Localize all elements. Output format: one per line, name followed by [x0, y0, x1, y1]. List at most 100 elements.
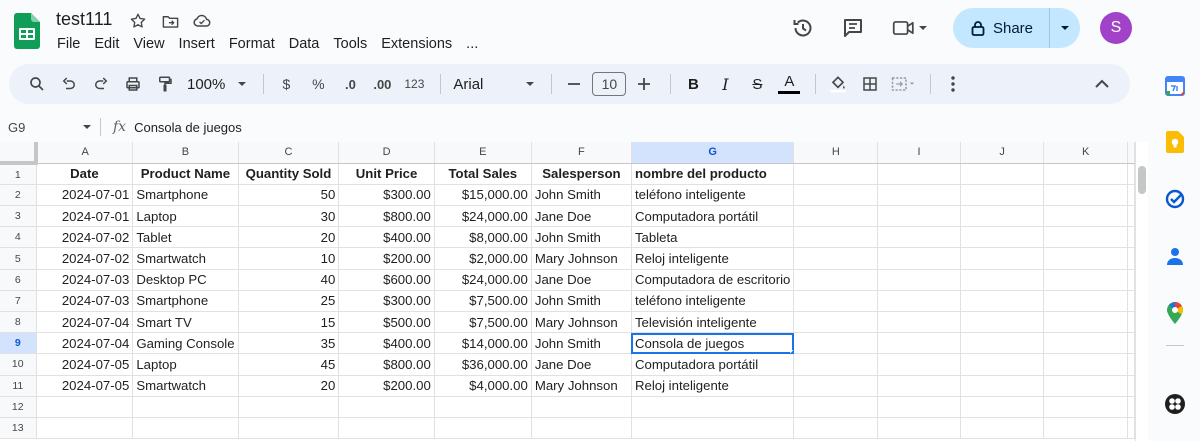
- empty-cell[interactable]: [1043, 311, 1128, 334]
- row-header[interactable]: 7: [0, 290, 37, 313]
- empty-cell[interactable]: [877, 375, 961, 397]
- empty-cell[interactable]: [238, 417, 340, 440]
- currency-format-button[interactable]: $: [272, 70, 300, 98]
- product-cell[interactable]: Laptop: [132, 205, 239, 228]
- product-es-cell[interactable]: Televisión inteligente: [631, 311, 795, 334]
- empty-cell[interactable]: [1043, 353, 1128, 376]
- empty-cell[interactable]: [960, 353, 1045, 376]
- menu-view[interactable]: View: [126, 35, 171, 53]
- empty-cell[interactable]: [338, 417, 435, 440]
- menu-more[interactable]: ...: [459, 35, 485, 53]
- column-header-g[interactable]: G: [631, 142, 795, 164]
- unit-price-cell[interactable]: $800.00: [338, 353, 435, 376]
- comments-icon[interactable]: [833, 8, 873, 48]
- empty-cell[interactable]: [132, 396, 239, 418]
- header-cell[interactable]: nombre del producto: [631, 163, 795, 185]
- empty-cell[interactable]: [238, 396, 340, 418]
- row-header[interactable]: 3: [0, 205, 37, 228]
- row-header[interactable]: 5: [0, 247, 37, 270]
- empty-cell[interactable]: [793, 332, 879, 355]
- product-cell[interactable]: Laptop: [132, 353, 239, 376]
- empty-cell[interactable]: [1127, 247, 1135, 270]
- empty-cell[interactable]: [877, 417, 961, 440]
- empty-cell[interactable]: [1043, 247, 1128, 270]
- more-options-icon[interactable]: [939, 70, 967, 98]
- empty-cell[interactable]: [960, 205, 1045, 228]
- column-header-j[interactable]: J: [960, 142, 1045, 164]
- total-sales-cell[interactable]: $14,000.00: [434, 332, 532, 355]
- get-addons-icon[interactable]: [1164, 393, 1186, 415]
- empty-cell[interactable]: [793, 163, 879, 185]
- print-icon[interactable]: [119, 70, 147, 98]
- menu-tools[interactable]: Tools: [326, 35, 374, 53]
- empty-cell[interactable]: [36, 417, 134, 440]
- total-sales-cell[interactable]: $7,500.00: [434, 311, 532, 334]
- borders-icon[interactable]: [856, 70, 884, 98]
- empty-cell[interactable]: [793, 290, 879, 313]
- menu-format[interactable]: Format: [222, 35, 282, 53]
- empty-cell[interactable]: [877, 247, 961, 270]
- salesperson-cell[interactable]: Mary Johnson: [531, 375, 632, 397]
- menu-file[interactable]: File: [50, 35, 87, 53]
- bold-button[interactable]: B: [679, 70, 707, 98]
- empty-cell[interactable]: [960, 290, 1045, 313]
- product-cell[interactable]: Gaming Console: [132, 332, 239, 355]
- empty-cell[interactable]: [1043, 269, 1128, 291]
- product-cell[interactable]: Smartphone: [132, 290, 239, 313]
- selected-cell[interactable]: Consola de juegos: [631, 332, 795, 355]
- keep-notes-icon[interactable]: [1164, 131, 1186, 153]
- quantity-cell[interactable]: 15: [238, 311, 340, 334]
- date-cell[interactable]: 2024-07-04: [36, 332, 134, 355]
- empty-cell[interactable]: [631, 417, 795, 440]
- date-cell[interactable]: 2024-07-01: [36, 205, 134, 228]
- unit-price-cell[interactable]: $200.00: [338, 247, 435, 270]
- product-es-cell[interactable]: teléfono inteligente: [631, 184, 795, 207]
- italic-button[interactable]: I: [711, 70, 739, 98]
- header-cell[interactable]: Quantity Sold: [238, 163, 340, 185]
- empty-cell[interactable]: [877, 184, 961, 207]
- row-header[interactable]: 1: [0, 163, 37, 185]
- empty-cell[interactable]: [793, 205, 879, 228]
- menu-data[interactable]: Data: [282, 35, 327, 53]
- empty-cell[interactable]: [793, 353, 879, 376]
- date-cell[interactable]: 2024-07-01: [36, 184, 134, 207]
- empty-cell[interactable]: [1043, 332, 1128, 355]
- total-sales-cell[interactable]: $2,000.00: [434, 247, 532, 270]
- name-box[interactable]: G9: [0, 114, 100, 140]
- empty-cell[interactable]: [1043, 205, 1128, 228]
- product-cell[interactable]: Tablet: [132, 226, 239, 249]
- date-cell[interactable]: 2024-07-03: [36, 290, 134, 313]
- empty-cell[interactable]: [1043, 226, 1128, 249]
- empty-cell[interactable]: [1043, 290, 1128, 313]
- quantity-cell[interactable]: 35: [238, 332, 340, 355]
- cloud-status-icon[interactable]: [191, 10, 213, 32]
- empty-cell[interactable]: [793, 417, 879, 440]
- empty-cell[interactable]: [793, 184, 879, 207]
- date-cell[interactable]: 2024-07-05: [36, 353, 134, 376]
- empty-cell[interactable]: [960, 247, 1045, 270]
- empty-cell[interactable]: [793, 226, 879, 249]
- column-header-l[interactable]: [1127, 142, 1135, 164]
- empty-cell[interactable]: [877, 311, 961, 334]
- unit-price-cell[interactable]: $500.00: [338, 311, 435, 334]
- empty-cell[interactable]: [1127, 332, 1135, 355]
- quantity-cell[interactable]: 10: [238, 247, 340, 270]
- undo-icon[interactable]: [55, 70, 83, 98]
- empty-cell[interactable]: [338, 396, 435, 418]
- empty-cell[interactable]: [793, 311, 879, 334]
- empty-cell[interactable]: [1127, 311, 1135, 334]
- column-header-a[interactable]: A: [36, 142, 134, 164]
- empty-cell[interactable]: [960, 311, 1045, 334]
- empty-cell[interactable]: [877, 163, 961, 185]
- empty-cell[interactable]: [631, 396, 795, 418]
- quantity-cell[interactable]: 50: [238, 184, 340, 207]
- date-cell[interactable]: 2024-07-03: [36, 269, 134, 291]
- empty-cell[interactable]: [960, 332, 1045, 355]
- total-sales-cell[interactable]: $24,000.00: [434, 205, 532, 228]
- row-header[interactable]: 12: [0, 396, 37, 418]
- product-cell[interactable]: Smart TV: [132, 311, 239, 334]
- empty-cell[interactable]: [1127, 163, 1135, 185]
- product-cell[interactable]: Smartphone: [132, 184, 239, 207]
- select-all-corner[interactable]: [0, 142, 39, 166]
- header-cell[interactable]: Product Name: [132, 163, 239, 185]
